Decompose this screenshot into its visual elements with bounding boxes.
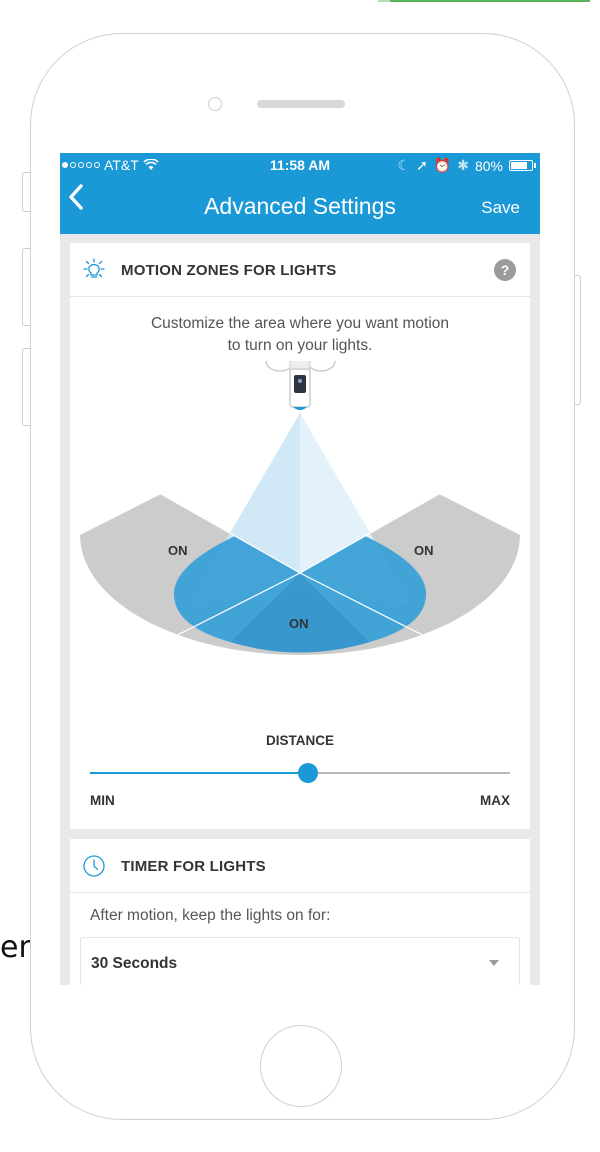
timer-card: TIMER FOR LIGHTS After motion, keep the … xyxy=(70,839,530,985)
zone-left-label: ON xyxy=(168,543,188,558)
moon-icon: ☾ xyxy=(397,157,411,173)
volume-down-button xyxy=(22,348,30,426)
description-line-1: Customize the area where you want motion xyxy=(150,315,450,332)
mute-switch xyxy=(22,172,30,212)
description-line-2: to turn on your lights. xyxy=(227,337,373,354)
motion-zones-card: MOTION ZONES FOR LIGHTS ? Customize the … xyxy=(70,243,530,829)
home-button[interactable] xyxy=(260,1025,342,1107)
power-button xyxy=(575,275,581,405)
nav-bar: Advanced Settings Save xyxy=(60,177,540,234)
distance-slider[interactable] xyxy=(90,763,510,783)
slider-min-label: MIN xyxy=(90,793,115,808)
slider-fill xyxy=(90,772,309,774)
zone-right-label: ON xyxy=(414,543,434,558)
timer-duration-select[interactable]: 30 Seconds xyxy=(80,937,520,985)
timer-header: TIMER FOR LIGHTS xyxy=(70,839,530,893)
page-title: Advanced Settings xyxy=(204,193,396,219)
slider-thumb[interactable] xyxy=(298,763,319,783)
volume-up-button xyxy=(22,248,30,326)
battery-tip xyxy=(534,163,536,168)
alarm-icon: ⏰ xyxy=(433,157,452,173)
timer-title: TIMER FOR LIGHTS xyxy=(121,858,266,875)
light-bulb-icon xyxy=(83,258,105,278)
decor-line-faint xyxy=(378,0,390,2)
timer-duration-value: 30 Seconds xyxy=(91,955,178,972)
motion-zones-header: MOTION ZONES FOR LIGHTS ? xyxy=(70,243,530,297)
floodlight-camera-icon xyxy=(265,361,336,410)
app-screen: AT&T 11:58 AM ☾ ➚ ⏰ ✱ 80% Advanced Setti… xyxy=(60,153,540,985)
motion-zones-description: Customize the area where you want motion… xyxy=(70,313,530,357)
help-icon[interactable]: ? xyxy=(494,259,516,281)
earpiece-speaker xyxy=(257,100,345,108)
timer-description: After motion, keep the lights on for: xyxy=(90,907,331,924)
motion-zone-diagram: ON ON ON xyxy=(80,361,520,655)
save-button[interactable]: Save xyxy=(481,198,520,218)
caret-down-icon xyxy=(489,960,499,966)
motion-zones-title: MOTION ZONES FOR LIGHTS xyxy=(121,262,337,279)
front-camera xyxy=(208,97,222,111)
clock-icon xyxy=(83,855,105,877)
location-icon: ➚ xyxy=(416,157,428,173)
status-bar: AT&T 11:58 AM ☾ ➚ ⏰ ✱ 80% xyxy=(60,153,540,177)
battery-percent: 80% xyxy=(474,157,503,174)
zone-center-label: ON xyxy=(289,616,309,631)
decor-line-green xyxy=(390,0,590,2)
bluetooth-icon: ✱ xyxy=(457,157,469,173)
distance-label: DISTANCE xyxy=(265,733,334,748)
slider-max-label: MAX xyxy=(480,793,510,808)
battery-icon xyxy=(509,160,533,171)
